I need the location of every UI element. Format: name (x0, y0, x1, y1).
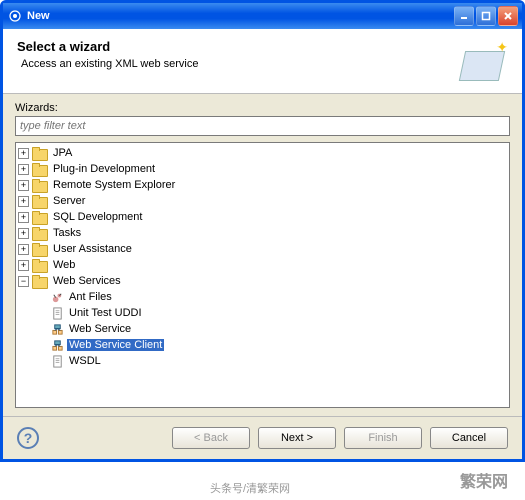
tree-folder[interactable]: + Tasks (18, 225, 507, 241)
filter-input[interactable] (15, 116, 510, 136)
tree-label: SQL Development (51, 211, 144, 223)
tree-label: Plug-in Development (51, 163, 157, 175)
folder-icon (32, 243, 48, 256)
expand-icon[interactable]: + (18, 260, 29, 271)
tree-item[interactable]: Unit Test UDDI (18, 305, 507, 321)
folder-icon (32, 259, 48, 272)
folder-icon (32, 227, 48, 240)
tree-folder-open[interactable]: − Web Services (18, 273, 507, 289)
tree-label: Web Services (51, 275, 123, 287)
ws-icon (50, 338, 64, 352)
folder-icon (32, 195, 48, 208)
folder-icon (32, 163, 48, 176)
expand-icon[interactable]: + (18, 244, 29, 255)
finish-button[interactable]: Finish (344, 427, 422, 449)
tree-item[interactable]: Web Service Client (18, 337, 507, 353)
content-area: Wizards: + JPA + Plug-in Development + Remote… (3, 94, 522, 416)
tree-label: Web (51, 259, 77, 271)
tree-folder[interactable]: + Plug-in Development (18, 161, 507, 177)
tree-folder[interactable]: + Web (18, 257, 507, 273)
cancel-button[interactable]: Cancel (430, 427, 508, 449)
button-bar: ? < Back Next > Finish Cancel (3, 416, 522, 459)
tree-item[interactable]: WSDL (18, 353, 507, 369)
collapse-icon[interactable]: − (18, 276, 29, 287)
expand-icon[interactable]: + (18, 148, 29, 159)
expand-icon[interactable]: + (18, 196, 29, 207)
tree-label: Unit Test UDDI (67, 307, 144, 319)
expand-icon[interactable]: + (18, 180, 29, 191)
next-button[interactable]: Next > (258, 427, 336, 449)
window-title: New (27, 10, 454, 22)
tree-folder[interactable]: + JPA (18, 145, 507, 161)
tree-folder[interactable]: + SQL Development (18, 209, 507, 225)
watermark-site: 繁荣网 (460, 468, 508, 492)
ant-icon (50, 290, 64, 304)
banner-subtitle: Access an existing XML web service (21, 58, 448, 70)
expand-icon[interactable]: + (18, 212, 29, 223)
folder-icon (32, 179, 48, 192)
tree-label: Web Service Client (67, 339, 164, 351)
app-icon (7, 8, 23, 24)
watermark-attribution: 头条号/清繁荣网 (210, 480, 290, 496)
tree-folder[interactable]: + Remote System Explorer (18, 177, 507, 193)
wizard-icon: ✦ (448, 39, 508, 83)
folder-icon (32, 211, 48, 224)
wizards-label: Wizards: (15, 102, 510, 114)
tree-item[interactable]: Web Service (18, 321, 507, 337)
help-button[interactable]: ? (17, 427, 39, 449)
back-button[interactable]: < Back (172, 427, 250, 449)
close-button[interactable] (498, 6, 518, 26)
tree-label: Remote System Explorer (51, 179, 177, 191)
tree-item[interactable]: Ant Files (18, 289, 507, 305)
expand-icon[interactable]: + (18, 228, 29, 239)
folder-icon (32, 275, 48, 288)
tree-label: Server (51, 195, 87, 207)
ws-icon (50, 322, 64, 336)
doc-icon (50, 306, 64, 320)
tree-label: User Assistance (51, 243, 134, 255)
doc-icon (50, 354, 64, 368)
expand-icon[interactable]: + (18, 164, 29, 175)
tree-label: Ant Files (67, 291, 114, 303)
wizard-tree[interactable]: + JPA + Plug-in Development + Remote System E… (15, 142, 510, 408)
folder-icon (32, 147, 48, 160)
titlebar[interactable]: New (3, 3, 522, 29)
tree-label: Web Service (67, 323, 133, 335)
dialog-window: New Select a wizard Access an existing X… (0, 0, 525, 462)
banner-title: Select a wizard (17, 39, 448, 54)
banner: Select a wizard Access an existing XML w… (3, 29, 522, 94)
tree-folder[interactable]: + User Assistance (18, 241, 507, 257)
minimize-button[interactable] (454, 6, 474, 26)
tree-folder[interactable]: + Server (18, 193, 507, 209)
tree-label: WSDL (67, 355, 103, 367)
maximize-button[interactable] (476, 6, 496, 26)
tree-label: JPA (51, 147, 74, 159)
tree-label: Tasks (51, 227, 83, 239)
